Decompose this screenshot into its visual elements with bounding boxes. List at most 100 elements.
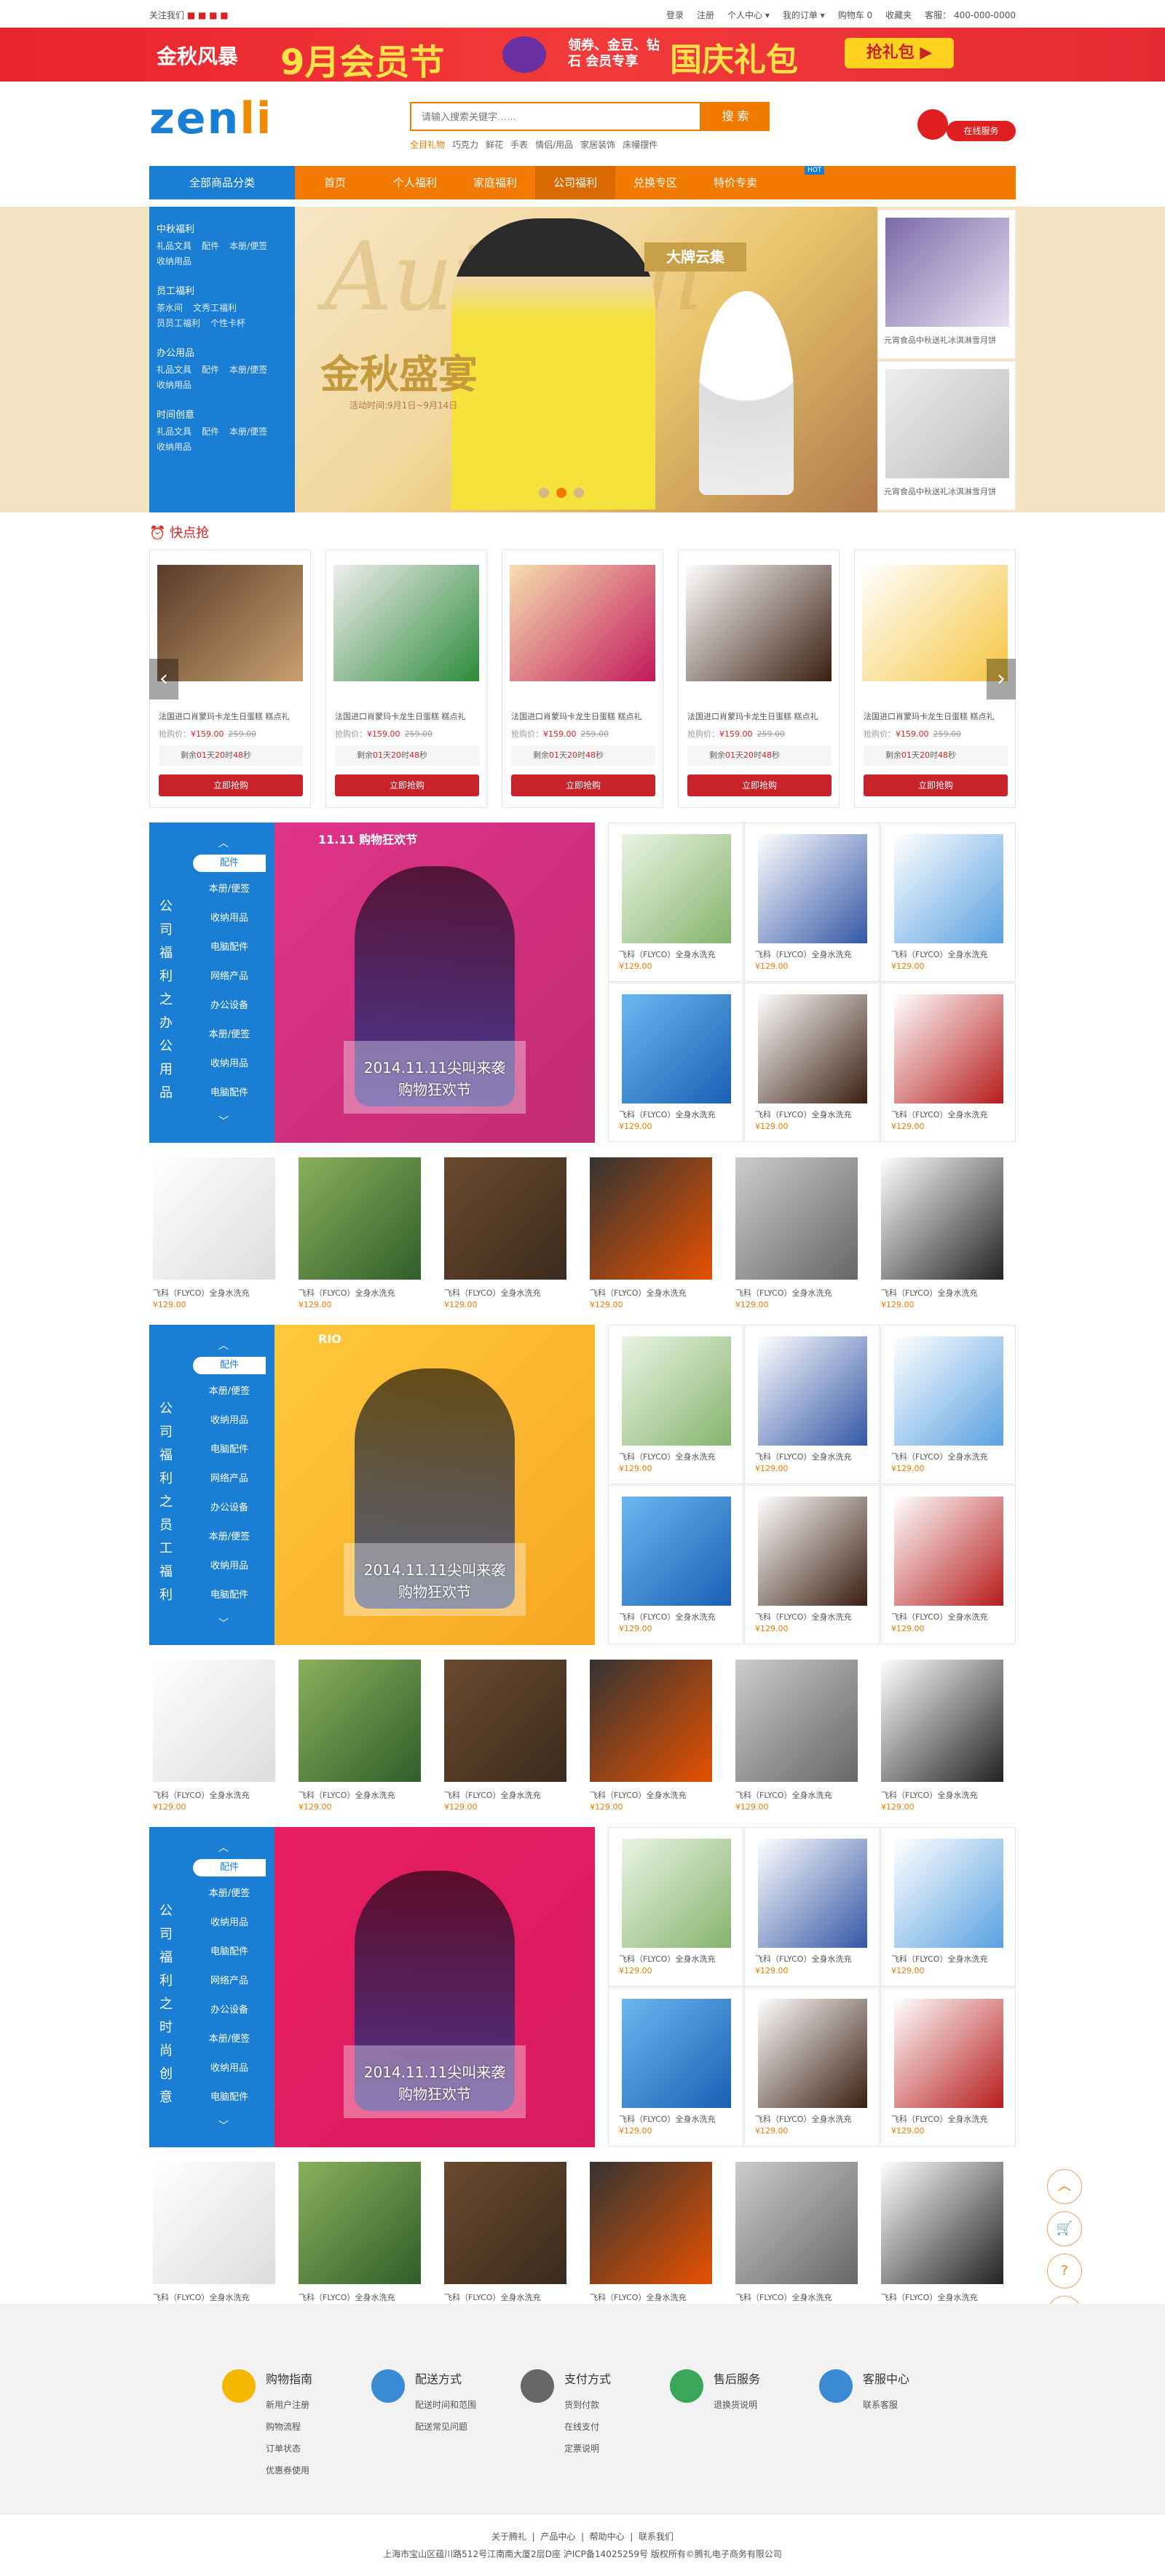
category-link[interactable]: 配件	[202, 239, 219, 252]
slider-dot[interactable]	[574, 488, 584, 498]
online-service-button[interactable]: 在线服务	[947, 121, 1016, 141]
chevron-down-icon[interactable]: ﹀	[218, 1114, 229, 1128]
floor-sub-link[interactable]: 收纳用品	[193, 1914, 266, 1928]
grid-product[interactable]: 飞科（FLYCO）全身水洗充 ¥129.00	[608, 1987, 743, 2147]
floor-sub-link[interactable]: 收纳用品	[193, 1558, 266, 1572]
category-link[interactable]: 本册/便签	[229, 363, 267, 376]
next-arrow-icon[interactable]: ›	[987, 659, 1016, 700]
floor-sub-link[interactable]: 电脑配件	[193, 939, 266, 953]
grid-product[interactable]: 飞科（FLYCO）全身水洗充 ¥129.00	[880, 823, 1016, 982]
category-title[interactable]: 员工福利	[157, 283, 288, 297]
row-product[interactable]: 飞科（FLYCO）全身水洗充¥129.00	[295, 1660, 430, 1820]
nav-special[interactable]: 特价专卖	[695, 166, 775, 199]
grid-product[interactable]: 飞科（FLYCO）全身水洗充 ¥129.00	[744, 1827, 880, 1986]
side-product[interactable]: 元宵食品中秋送礼冰淇淋雪月饼	[877, 361, 1016, 510]
row-product[interactable]: 飞科（FLYCO）全身水洗充¥129.00	[732, 1157, 867, 1317]
search-input[interactable]	[411, 103, 700, 130]
row-product[interactable]: 飞科（FLYCO）全身水洗充¥129.00	[732, 1660, 867, 1820]
footer-link[interactable]: 关于腾礼	[491, 2532, 526, 2542]
floor-tab[interactable]: 配件	[193, 855, 266, 872]
my-orders-link[interactable]: 我的订单 ▾	[783, 9, 825, 21]
row-product[interactable]: 飞科（FLYCO）全身水洗充¥129.00	[586, 1660, 722, 1820]
hot-word[interactable]: 床幔摆件	[623, 138, 657, 151]
floor-sub-link[interactable]: 本册/便签	[193, 881, 266, 895]
category-link[interactable]: 本册/便签	[229, 239, 267, 252]
floor-sub-link[interactable]: 网络产品	[193, 968, 266, 982]
side-product[interactable]: 元宵食品中秋送礼冰淇淋雪月饼	[877, 210, 1016, 359]
chevron-down-icon[interactable]: ﹀	[218, 2118, 229, 2133]
row-product[interactable]: 飞科（FLYCO）全身水洗充¥129.00	[295, 2162, 430, 2322]
chevron-up-icon[interactable]: ︿	[218, 1840, 229, 1855]
footer-link[interactable]: 货到付款	[521, 2394, 644, 2416]
cart-icon[interactable]: 🛒	[1047, 2211, 1082, 2246]
buy-now-button[interactable]: 立即抢购	[159, 774, 303, 796]
category-link[interactable]: 配件	[202, 425, 219, 437]
promo-banner[interactable]: 金秋风暴 9月会员节 领券、金豆、钻石 会员专享 国庆礼包 抢礼包 ▶	[0, 28, 1165, 83]
category-link[interactable]: 文秀工福利	[193, 301, 237, 314]
footer-link[interactable]: 在线支付	[521, 2416, 644, 2438]
row-product[interactable]: 飞科（FLYCO）全身水洗充¥129.00	[877, 1660, 1013, 1820]
hot-word[interactable]: 家居装饰	[580, 138, 615, 151]
row-product[interactable]: 飞科（FLYCO）全身水洗充¥129.00	[877, 2162, 1013, 2322]
user-center-link[interactable]: 个人中心 ▾	[727, 9, 770, 21]
cart-link[interactable]: 购物车 0	[838, 9, 872, 21]
flash-sale-item[interactable]: 法国进口肖蒙玛卡龙生日蛋糕 糕点礼 抢购价：¥159.00 259.00 剩余01天2…	[502, 550, 663, 808]
chevron-up-icon[interactable]: ︿	[218, 1338, 229, 1352]
floor-sub-link[interactable]: 办公设备	[193, 997, 266, 1011]
row-product[interactable]: 飞科（FLYCO）全身水洗充¥129.00	[441, 2162, 576, 2322]
footer-link[interactable]: 联系客服	[819, 2394, 943, 2416]
floor-sub-link[interactable]: 本册/便签	[193, 1383, 266, 1397]
flash-sale-item[interactable]: 法国进口肖蒙玛卡龙生日蛋糕 糕点礼 抢购价：¥159.00 259.00 剩余01天2…	[325, 550, 487, 808]
slider-dot[interactable]	[556, 488, 566, 498]
floor-ad-banner[interactable]: 11.11 购物狂欢节 2014.11.11尖叫来袭 购物狂欢节	[275, 823, 595, 1143]
hot-word[interactable]: 全目礼物	[410, 138, 445, 151]
grid-product[interactable]: 飞科（FLYCO）全身水洗充 ¥129.00	[880, 1485, 1016, 1644]
footer-link[interactable]: 联系我们	[639, 2532, 674, 2542]
nav-home[interactable]: 首页	[295, 166, 375, 199]
buy-now-button[interactable]: 立即抢购	[511, 774, 655, 796]
grid-product[interactable]: 飞科（FLYCO）全身水洗充 ¥129.00	[744, 1325, 880, 1484]
floor-sub-link[interactable]: 办公设备	[193, 1499, 266, 1513]
floor-sub-link[interactable]: 收纳用品	[193, 1412, 266, 1426]
floor-tab[interactable]: 配件	[193, 1357, 266, 1374]
grid-product[interactable]: 飞科（FLYCO）全身水洗充 ¥129.00	[744, 983, 880, 1142]
nav-company[interactable]: 公司福利	[535, 166, 615, 199]
slider-dots[interactable]	[539, 488, 584, 498]
help-icon[interactable]: ?	[1047, 2254, 1082, 2288]
floor-sub-link[interactable]: 收纳用品	[193, 910, 266, 924]
favorites-link[interactable]: 收藏夹	[885, 9, 912, 21]
grid-product[interactable]: 飞科（FLYCO）全身水洗充 ¥129.00	[880, 983, 1016, 1142]
hot-word[interactable]: 巧克力	[452, 138, 478, 151]
nav-family[interactable]: 家庭福利	[455, 166, 535, 199]
row-product[interactable]: 飞科（FLYCO）全身水洗充¥129.00	[586, 2162, 722, 2322]
nav-exchange[interactable]: 兑换专区	[615, 166, 695, 199]
grid-product[interactable]: 飞科（FLYCO）全身水洗充 ¥129.00	[744, 1485, 880, 1644]
category-link[interactable]: 礼品文具	[157, 363, 191, 376]
row-product[interactable]: 飞科（FLYCO）全身水洗充¥129.00	[441, 1660, 576, 1820]
grid-product[interactable]: 飞科（FLYCO）全身水洗充 ¥129.00	[880, 1987, 1016, 2147]
row-product[interactable]: 飞科（FLYCO）全身水洗充¥129.00	[149, 1157, 285, 1317]
prev-arrow-icon[interactable]: ‹	[149, 659, 178, 700]
grid-product[interactable]: 飞科（FLYCO）全身水洗充 ¥129.00	[608, 823, 743, 982]
row-product[interactable]: 飞科（FLYCO）全身水洗充¥129.00	[877, 1157, 1013, 1317]
floor-sub-link[interactable]: 电脑配件	[193, 1943, 266, 1957]
hot-word[interactable]: 鲜花	[486, 138, 503, 151]
flash-sale-item[interactable]: 法国进口肖蒙玛卡龙生日蛋糕 糕点礼 抢购价：¥159.00 259.00 剩余01天2…	[678, 550, 840, 808]
grid-product[interactable]: 飞科（FLYCO）全身水洗充 ¥129.00	[744, 1987, 880, 2147]
footer-link[interactable]: 定票说明	[521, 2438, 644, 2460]
floor-sub-link[interactable]: 收纳用品	[193, 2060, 266, 2074]
grid-product[interactable]: 飞科（FLYCO）全身水洗充 ¥129.00	[608, 983, 743, 1142]
category-link[interactable]: 个性卡杯	[210, 317, 245, 329]
floor-sub-link[interactable]: 电脑配件	[193, 1085, 266, 1098]
row-product[interactable]: 飞科（FLYCO）全身水洗充¥129.00	[295, 1157, 430, 1317]
row-product[interactable]: 飞科（FLYCO）全身水洗充¥129.00	[149, 1660, 285, 1820]
grid-product[interactable]: 飞科（FLYCO）全身水洗充 ¥129.00	[744, 823, 880, 982]
grid-product[interactable]: 飞科（FLYCO）全身水洗充 ¥129.00	[880, 1827, 1016, 1986]
category-link[interactable]: 收纳用品	[157, 440, 191, 453]
slider-dot[interactable]	[539, 488, 549, 498]
category-link[interactable]: 礼品文具	[157, 425, 191, 437]
category-link[interactable]: 茶水间	[157, 301, 183, 314]
floor-sub-link[interactable]: 本册/便签	[193, 2031, 266, 2045]
buy-now-button[interactable]: 立即抢购	[864, 774, 1008, 796]
category-link[interactable]: 收纳用品	[157, 255, 191, 267]
